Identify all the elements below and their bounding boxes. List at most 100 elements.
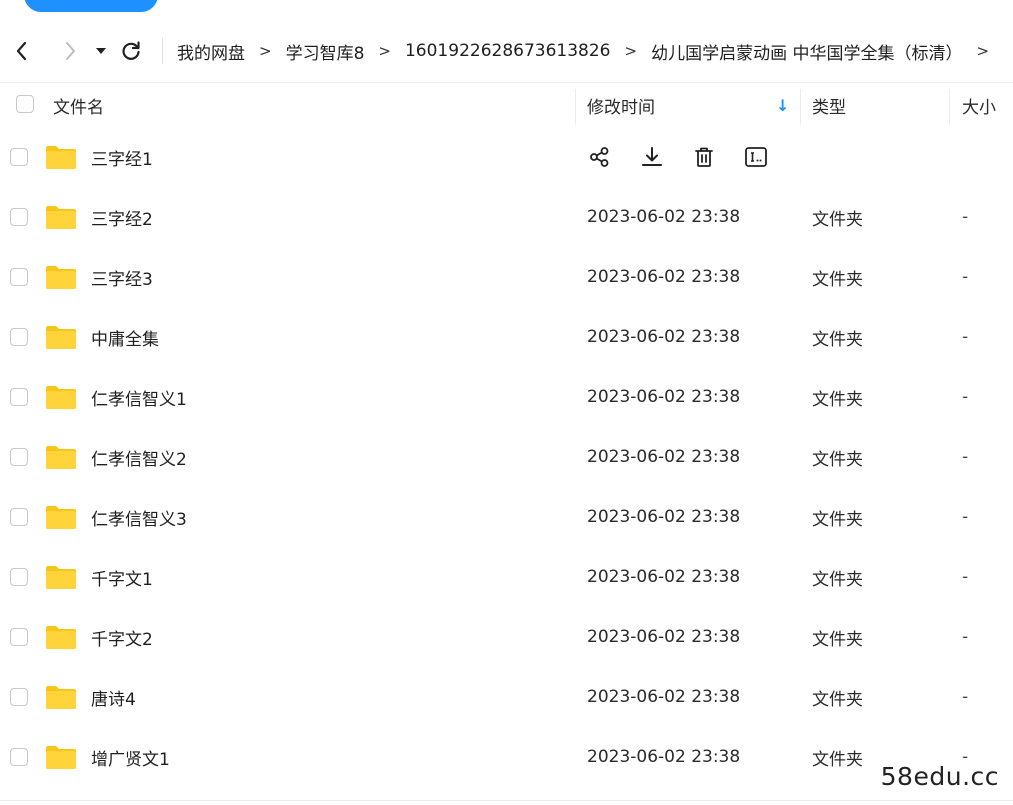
modified-time: 2023-06-02 23:38: [587, 387, 741, 407]
file-size: -: [962, 567, 969, 587]
breadcrumb-separator: >: [976, 42, 990, 60]
back-button[interactable]: [4, 33, 40, 69]
folder-icon: [46, 146, 76, 169]
file-size: -: [962, 627, 969, 647]
row-checkbox[interactable]: [10, 628, 28, 646]
file-size: -: [962, 387, 969, 407]
table-row[interactable]: 千字文2 2023-06-02 23:38 文件夹 -: [0, 607, 1013, 667]
primary-action-button[interactable]: [24, 0, 158, 12]
breadcrumb-item-library[interactable]: 学习智库8: [286, 39, 365, 64]
column-header-modified[interactable]: 修改时间: [587, 83, 655, 127]
watermark-text: 58edu.cc: [880, 762, 999, 791]
refresh-button[interactable]: [114, 33, 148, 69]
modified-time: 2023-06-02 23:38: [587, 327, 741, 347]
file-name[interactable]: 中庸全集: [91, 307, 159, 367]
folder-icon: [46, 266, 76, 289]
row-checkbox[interactable]: [10, 688, 28, 706]
history-dropdown-button[interactable]: [88, 33, 114, 69]
breadcrumb-item-current[interactable]: 幼儿国学启蒙动画 中华国学全集（标清）: [651, 39, 962, 64]
folder-icon: [46, 206, 76, 229]
table-row[interactable]: 三字经3 2023-06-02 23:38 文件夹 -: [0, 247, 1013, 307]
folder-icon: [46, 506, 76, 529]
file-list: 三字经1 三字经2 2023-06-02 23:38 文件夹 - 三字经3 2023-06…: [0, 127, 1013, 787]
forward-button[interactable]: [52, 33, 88, 69]
modified-time: 2023-06-02 23:38: [587, 627, 741, 647]
column-divider[interactable]: [949, 89, 950, 125]
nav-divider: [162, 38, 163, 64]
modified-time: 2023-06-02 23:38: [587, 507, 741, 527]
rename-icon[interactable]: [743, 144, 769, 170]
table-row[interactable]: 唐诗4 2023-06-02 23:38 文件夹 -: [0, 667, 1013, 727]
file-size: -: [962, 447, 969, 467]
breadcrumb-separator: >: [624, 42, 638, 60]
column-divider[interactable]: [575, 89, 576, 125]
file-type: 文件夹: [812, 509, 863, 530]
folder-icon: [46, 326, 76, 349]
breadcrumb-item-root[interactable]: 我的网盘: [177, 39, 245, 64]
modified-time: 2023-06-02 23:38: [587, 747, 741, 767]
list-bottom-border: [0, 800, 1013, 801]
folder-icon: [46, 386, 76, 409]
table-row[interactable]: 中庸全集 2023-06-02 23:38 文件夹 -: [0, 307, 1013, 367]
row-checkbox[interactable]: [10, 148, 28, 166]
chevron-left-icon: [16, 41, 27, 61]
breadcrumb-item-id[interactable]: 1601922628673613826: [405, 41, 611, 61]
breadcrumb-separator: >: [259, 42, 272, 60]
table-row[interactable]: 仁孝信智义2 2023-06-02 23:38 文件夹 -: [0, 427, 1013, 487]
folder-icon: [46, 446, 76, 469]
file-name[interactable]: 仁孝信智义3: [91, 487, 187, 547]
file-name[interactable]: 千字文1: [91, 547, 153, 607]
row-checkbox[interactable]: [10, 268, 28, 286]
caret-down-icon: [96, 48, 106, 54]
file-name[interactable]: 唐诗4: [91, 667, 136, 727]
file-name[interactable]: 仁孝信智义2: [91, 427, 187, 487]
navigation-bar: 我的网盘 > 学习智库8 > 1601922628673613826 > 幼儿国…: [0, 28, 1013, 74]
modified-time: 2023-06-02 23:38: [587, 447, 741, 467]
row-checkbox[interactable]: [10, 748, 28, 766]
delete-icon[interactable]: [691, 144, 717, 170]
column-header-type[interactable]: 类型: [812, 83, 846, 127]
row-actions: [587, 127, 769, 187]
file-size: -: [962, 207, 969, 227]
file-name[interactable]: 三字经2: [91, 187, 153, 247]
file-type: 文件夹: [812, 629, 863, 650]
column-header-name[interactable]: 文件名: [53, 83, 104, 127]
row-checkbox[interactable]: [10, 208, 28, 226]
file-name[interactable]: 增广贤文1: [91, 727, 170, 787]
column-divider[interactable]: [800, 89, 801, 125]
folder-icon: [46, 626, 76, 649]
row-checkbox[interactable]: [10, 508, 28, 526]
column-header-size[interactable]: 大小: [962, 83, 996, 127]
file-name[interactable]: 三字经1: [91, 127, 153, 187]
table-row[interactable]: 三字经2 2023-06-02 23:38 文件夹 -: [0, 187, 1013, 247]
share-icon[interactable]: [587, 144, 613, 170]
file-name[interactable]: 千字文2: [91, 607, 153, 667]
table-row[interactable]: 增广贤文1 2023-06-02 23:38 文件夹 -: [0, 727, 1013, 787]
modified-time: 2023-06-02 23:38: [587, 687, 741, 707]
row-checkbox[interactable]: [10, 568, 28, 586]
file-type: 文件夹: [812, 689, 863, 710]
sort-arrow-icon[interactable]: ↓: [776, 83, 789, 127]
select-all-checkbox[interactable]: [16, 95, 34, 113]
table-row[interactable]: 千字文1 2023-06-02 23:38 文件夹 -: [0, 547, 1013, 607]
file-type: 文件夹: [812, 329, 863, 350]
file-name[interactable]: 三字经3: [91, 247, 153, 307]
row-checkbox[interactable]: [10, 388, 28, 406]
table-row[interactable]: 仁孝信智义3 2023-06-02 23:38 文件夹 -: [0, 487, 1013, 547]
file-type: 文件夹: [812, 569, 863, 590]
file-type: 文件夹: [812, 269, 863, 290]
row-checkbox[interactable]: [10, 448, 28, 466]
table-row[interactable]: 三字经1: [0, 127, 1013, 187]
modified-time: 2023-06-02 23:38: [587, 567, 741, 587]
file-size: -: [962, 687, 969, 707]
file-type: 文件夹: [812, 209, 863, 230]
folder-icon: [46, 686, 76, 709]
folder-icon: [46, 566, 76, 589]
row-checkbox[interactable]: [10, 328, 28, 346]
file-name[interactable]: 仁孝信智义1: [91, 367, 187, 427]
download-icon[interactable]: [639, 144, 665, 170]
folder-icon: [46, 746, 76, 769]
table-row[interactable]: 仁孝信智义1 2023-06-02 23:38 文件夹 -: [0, 367, 1013, 427]
file-type: 文件夹: [812, 449, 863, 470]
modified-time: 2023-06-02 23:38: [587, 207, 741, 227]
